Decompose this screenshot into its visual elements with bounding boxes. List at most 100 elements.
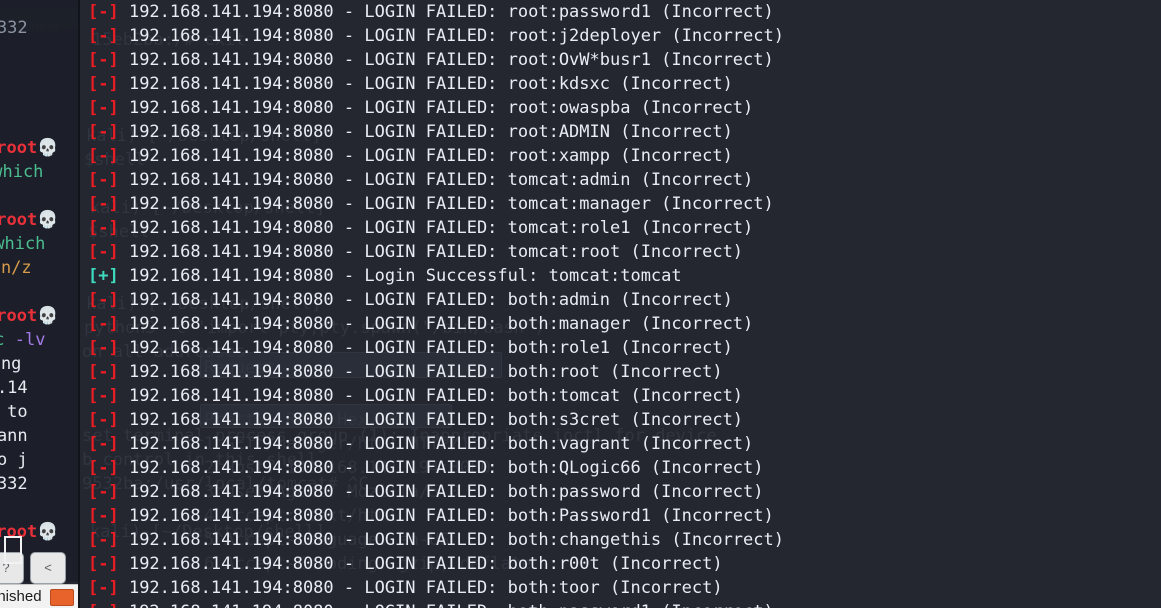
failure-tag: [-]: [88, 434, 119, 454]
failure-tag: [-]: [88, 482, 119, 502]
log-line-text: 192.168.141.194:8080 - LOGIN FAILED: bot…: [118, 578, 723, 598]
bgterm-line: which: [0, 234, 46, 254]
log-line: [+] 192.168.141.194:8080 - Login Success…: [88, 264, 682, 288]
failure-tag: [-]: [88, 170, 119, 190]
log-line: [-] 192.168.141.194:8080 - LOGIN FAILED:…: [88, 24, 784, 48]
log-line: [-] 192.168.141.194:8080 - LOGIN FAILED:…: [88, 480, 764, 504]
failure-tag: [-]: [88, 146, 119, 166]
log-line: [-] 192.168.141.194:8080 - LOGIN FAILED:…: [88, 384, 743, 408]
log-line-text: 192.168.141.194:8080 - LOGIN FAILED: bot…: [118, 338, 733, 358]
log-line: [-] 192.168.141.194:8080 - LOGIN FAILED:…: [88, 504, 774, 528]
log-line: [-] 192.168.141.194:8080 - LOGIN FAILED:…: [88, 192, 774, 216]
failure-tag: [-]: [88, 74, 119, 94]
bgterm-prompt: (root💀: [0, 138, 59, 158]
log-line: [-] 192.168.141.194:8080 - LOGIN FAILED:…: [88, 48, 774, 72]
failure-tag: [-]: [88, 578, 119, 598]
bgterm-line: .168.14: [0, 378, 28, 398]
back-button[interactable]: <: [30, 552, 66, 584]
log-line: [-] 192.168.141.194:8080 - LOGIN FAILED:…: [88, 72, 733, 96]
text-cursor: [4, 536, 22, 564]
log-line-text: 192.168.141.194:8080 - LOGIN FAILED: roo…: [118, 122, 733, 142]
log-line-text: 192.168.141.194:8080 - LOGIN FAILED: bot…: [118, 482, 764, 502]
failure-tag: [-]: [88, 338, 119, 358]
failure-tag: [-]: [88, 218, 119, 238]
bgterm-line: r/bin/z: [0, 258, 32, 278]
bgterm-line: n: no j: [0, 450, 28, 470]
failure-tag: [-]: [88, 530, 119, 550]
bgterm-line: which: [0, 162, 44, 182]
log-line-text: 192.168.141.194:8080 - LOGIN FAILED: roo…: [118, 98, 754, 118]
log-line: [-] 192.168.141.194:8080 - LOGIN FAILED:…: [88, 144, 733, 168]
log-line-text: 192.168.141.194:8080 - LOGIN FAILED: roo…: [118, 146, 733, 166]
log-line: [-] 192.168.141.194:8080 - LOGIN FAILED:…: [88, 120, 733, 144]
log-line: [-] 192.168.141.194:8080 - LOGIN FAILED:…: [88, 576, 723, 600]
failure-tag: [-]: [88, 362, 119, 382]
log-line-text: 192.168.141.194:8080 - LOGIN FAILED: bot…: [118, 506, 774, 526]
log-line: [-] 192.168.141.194:8080 - LOGIN FAILED:…: [88, 552, 723, 576]
log-line: [-] 192.168.141.194:8080 - LOGIN FAILED:…: [88, 528, 784, 552]
failure-tag: [-]: [88, 122, 119, 142]
failure-tag: [-]: [88, 26, 119, 46]
failure-tag: [-]: [88, 506, 119, 526]
log-line: [-] 192.168.141.194:8080 - LOGIN FAILED:…: [88, 216, 753, 240]
foreground-terminal[interactable]: 15eb2ba:/# exit kali)-[~/Desktop/shell] …: [80, 0, 1161, 608]
log-line-text: 192.168.141.194:8080 - LOGIN FAILED: bot…: [118, 410, 744, 430]
log-line-text: 192.168.141.194:8080 - LOGIN FAILED: roo…: [118, 2, 774, 22]
log-line: [-] 192.168.141.194:8080 - LOGIN FAILED:…: [88, 288, 733, 312]
log-line: [-] 192.168.141.194:8080 - LOGIN FAILED:…: [88, 0, 774, 24]
failure-tag: [-]: [88, 554, 119, 574]
log-line-text: 192.168.141.194:8080 - LOGIN FAILED: bot…: [118, 554, 723, 574]
log-line: [-] 192.168.141.194:8080 - LOGIN FAILED:…: [88, 168, 753, 192]
failure-tag: [-]: [88, 50, 119, 70]
bgterm-prompt: (root💀: [0, 306, 59, 326]
bgterm-line: t@95332: [0, 18, 28, 38]
log-line-text: 192.168.141.194:8080 - LOGIN FAILED: bot…: [119, 602, 774, 608]
success-tag: [+]: [88, 266, 119, 286]
bgterm-line: tening: [0, 354, 22, 374]
failure-tag: [-]: [88, 2, 119, 22]
brute-force-log[interactable]: [-] 192.168.141.194:8080 - LOGIN FAILED:…: [80, 0, 1161, 608]
log-line: [-] 192.168.141.194:8080 - LOGIN FAILED:…: [88, 360, 723, 384]
log-line: [-] 192.168.141.194:8080 - LOGIN FAILED:…: [88, 336, 733, 360]
status-bar-label: inished: [0, 588, 42, 605]
log-line-text: 192.168.141.194:8080 - LOGIN FAILED: tom…: [118, 194, 774, 214]
log-line-text: 192.168.141.194:8080 - LOGIN FAILED: roo…: [118, 50, 774, 70]
log-line: [-] 192.168.141.194:8080 - LOGIN FAILED:…: [88, 432, 753, 456]
failure-tag: [-]: [88, 410, 119, 430]
bgterm-prompt: (root💀: [0, 210, 59, 230]
failure-tag: [-]: [88, 314, 119, 334]
log-line: [-] 192.168.141.194:8080 - LOGIN FAILED:…: [88, 96, 753, 120]
bgterm-line: nc -lv: [0, 330, 46, 350]
log-line: [-] 192.168.141.194:8080 - LOGIN FAILED:…: [88, 312, 753, 336]
bgterm-line: nect to: [7, 402, 28, 422]
log-line-text: 192.168.141.194:8080 - LOGIN FAILED: bot…: [118, 434, 754, 454]
failure-tag: [-]: [88, 194, 119, 214]
status-bar: inished: [0, 584, 78, 608]
failure-tag: [-]: [88, 98, 119, 118]
failure-tag: [-]: [88, 386, 119, 406]
log-line-text: 192.168.141.194:8080 - LOGIN FAILED: bot…: [118, 362, 723, 382]
bgterm-line: t@95332: [0, 474, 28, 494]
log-line: [-] 192.168.141.194:8080 - LOGIN FAILED:…: [88, 600, 774, 608]
failure-tag: [-]: [88, 242, 119, 262]
background-terminal[interactable]: t@95332 t t 4 (root💀 which 8 (root💀 whic…: [0, 0, 78, 582]
log-line-text: 192.168.141.194:8080 - LOGIN FAILED: tom…: [118, 218, 754, 238]
failure-tag: [-]: [88, 602, 119, 608]
log-line-text: 192.168.141.194:8080 - LOGIN FAILED: roo…: [118, 26, 784, 46]
log-line-text: 192.168.141.194:8080 - LOGIN FAILED: bot…: [118, 290, 733, 310]
failure-tag: [-]: [88, 458, 119, 478]
failure-tag: [-]: [88, 290, 119, 310]
log-line-text: 192.168.141.194:8080 - LOGIN FAILED: tom…: [118, 170, 754, 190]
desktop-screen: Request t@95332 t t 4 (root💀 which 8 (ro…: [0, 0, 1161, 608]
log-line-text: 192.168.141.194:8080 - LOGIN FAILED: bot…: [118, 314, 754, 334]
log-line-text: 192.168.141.194:8080 - LOGIN FAILED: bot…: [118, 386, 744, 406]
log-line-text: 192.168.141.194:8080 - LOGIN FAILED: roo…: [118, 74, 733, 94]
bgterm-line: n: cann: [0, 426, 28, 446]
log-line-text: 192.168.141.194:8080 - LOGIN FAILED: tom…: [118, 242, 744, 262]
log-line: [-] 192.168.141.194:8080 - LOGIN FAILED:…: [88, 408, 743, 432]
log-line-text: 192.168.141.194:8080 - Login Successful:…: [118, 266, 682, 286]
log-line: [-] 192.168.141.194:8080 - LOGIN FAILED:…: [88, 240, 743, 264]
log-line-text: 192.168.141.194:8080 - LOGIN FAILED: bot…: [118, 530, 784, 550]
log-line-text: 192.168.141.194:8080 - LOGIN FAILED: bot…: [118, 458, 764, 478]
status-indicator-chip[interactable]: [50, 589, 74, 606]
